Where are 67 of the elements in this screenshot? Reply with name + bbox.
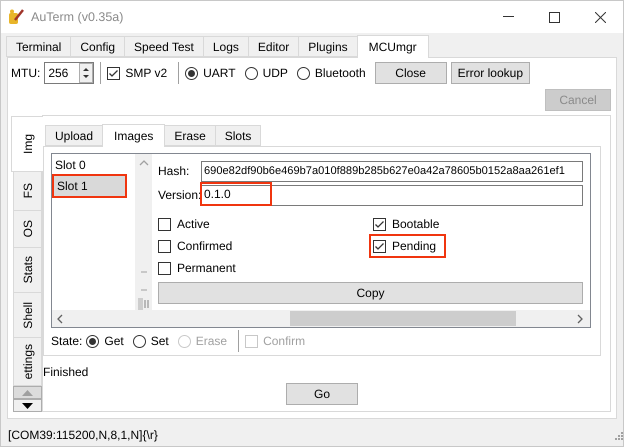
- minimize-icon[interactable]: [502, 16, 514, 18]
- tab[interactable]: Speed Test: [124, 36, 204, 57]
- checkbox[interactable]: [158, 240, 171, 252]
- checkbox[interactable]: [158, 262, 171, 274]
- close-icon[interactable]: [594, 12, 606, 22]
- tab[interactable]: Config: [70, 36, 126, 57]
- go-button[interactable]: Go: [286, 383, 358, 405]
- side-tab[interactable]: FS: [13, 171, 42, 211]
- side-tab[interactable]: Shell: [13, 292, 42, 338]
- state-label: State:: [51, 334, 82, 348]
- up-triangle-icon: [22, 390, 33, 396]
- checkbox-label: Confirm: [263, 334, 306, 348]
- sub-tab[interactable]: Images: [102, 124, 166, 147]
- scroll-down-button[interactable]: [13, 399, 42, 412]
- tab[interactable]: Plugins: [298, 36, 358, 57]
- status-bar-text: [COM39:115200,N,8,1,N]{\r}: [8, 428, 158, 442]
- checkbox[interactable]: [373, 218, 386, 230]
- checkbox-label: Permanent: [177, 261, 236, 275]
- checkbox[interactable]: [373, 240, 386, 252]
- slot-item[interactable]: Slot 0: [52, 156, 135, 174]
- sub-tab[interactable]: Erase: [164, 125, 216, 146]
- radio-label: Get: [104, 334, 124, 348]
- checkbox-label: SMP v2: [125, 66, 168, 80]
- mtu-label: MTU:: [11, 66, 40, 80]
- radio-button[interactable]: [185, 66, 198, 80]
- radio-button[interactable]: [86, 334, 100, 348]
- tab[interactable]: Editor: [248, 36, 300, 57]
- tab[interactable]: Logs: [202, 36, 249, 57]
- radio-label: Bluetooth: [314, 66, 366, 80]
- version-label: Version:: [158, 188, 201, 202]
- radio-label: UDP: [262, 66, 288, 80]
- spin-arrows-icon[interactable]: [79, 63, 94, 83]
- tab[interactable]: Terminal: [6, 36, 72, 57]
- resize-grip-icon[interactable]: [613, 430, 623, 440]
- mtu-spinbox[interactable]: 256: [44, 62, 94, 84]
- status-message: Finished: [43, 365, 90, 379]
- close-button[interactable]: Close: [374, 62, 447, 84]
- checkbox-label: Bootable: [392, 217, 440, 231]
- side-tab[interactable]: ettings: [13, 337, 42, 386]
- radio-label: Erase: [196, 334, 228, 348]
- checkbox-label: Confirmed: [177, 239, 232, 253]
- app-logo-icon: [7, 8, 25, 26]
- sub-tab[interactable]: Slots: [214, 125, 262, 146]
- sub-tab[interactable]: Upload: [45, 125, 104, 146]
- checkbox-label: Active: [177, 217, 210, 231]
- hash-label: Hash:: [158, 164, 190, 178]
- down-triangle-icon: [22, 402, 33, 408]
- tab[interactable]: MCUmgr: [356, 35, 429, 58]
- checkbox-label: Pending: [392, 239, 436, 253]
- radio-label: Set: [150, 334, 169, 348]
- window-title: AuTerm (v0.35a): [31, 10, 124, 24]
- version-field[interactable]: 0.1.0: [200, 182, 272, 206]
- checkbox[interactable]: [158, 218, 171, 230]
- error-lookup-button[interactable]: Error lookup: [450, 62, 530, 84]
- radio-button[interactable]: [296, 66, 310, 80]
- side-tab[interactable]: OS: [13, 210, 42, 248]
- copy-button[interactable]: Copy: [158, 282, 583, 304]
- radio-label: UART: [203, 66, 236, 80]
- hash-field[interactable]: 690e82df90b6e469b7a010f889b285b627e0a42a78605b0152a8aa261ef1: [201, 160, 583, 182]
- checkbox[interactable]: [107, 66, 120, 80]
- radio-button[interactable]: [132, 334, 146, 348]
- maximize-icon[interactable]: [548, 12, 560, 22]
- side-tab[interactable]: Stats: [13, 247, 42, 293]
- radio-button[interactable]: [244, 66, 258, 80]
- side-tab[interactable]: Img: [11, 116, 43, 172]
- scroll-thumb[interactable]: [290, 311, 516, 326]
- slot-item[interactable]: Slot 1: [52, 174, 127, 198]
